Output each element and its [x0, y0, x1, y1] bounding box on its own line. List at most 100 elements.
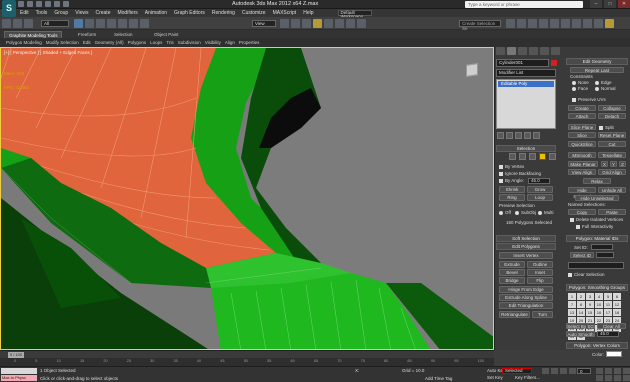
utilities-tab-icon[interactable]	[551, 47, 560, 55]
next-frame-icon[interactable]	[569, 368, 576, 374]
paste-button[interactable]: Paste	[598, 209, 626, 215]
attach-button[interactable]: Attach	[568, 113, 596, 119]
manipulate-icon[interactable]	[291, 19, 300, 28]
zoom-all-icon[interactable]	[605, 368, 612, 374]
smoothing-group-button[interactable]: 4	[595, 293, 603, 300]
planar-x-button[interactable]: X	[601, 161, 608, 167]
walk-through-icon[interactable]	[614, 375, 621, 381]
ribbon-subdivision[interactable]: Subdivision	[178, 40, 201, 45]
angle-snap-icon[interactable]	[324, 19, 333, 28]
time-slider-bar[interactable]: 0 / 100	[0, 350, 494, 358]
select-move-icon[interactable]	[118, 19, 127, 28]
menu-help[interactable]: Help	[303, 10, 313, 16]
by-vertex-checkbox[interactable]: By Vertex	[499, 164, 524, 169]
select-rotate-icon[interactable]	[129, 19, 138, 28]
full-interactivity-checkbox[interactable]: Full Interactivity	[576, 224, 613, 229]
viewport-label[interactable]: [+] [ Perspective ] [ Shaded + Edged Fac…	[4, 50, 92, 55]
minimize-button[interactable]: –	[590, 0, 602, 8]
hierarchy-tab-icon[interactable]	[518, 47, 527, 55]
ribbon-polygon-modeling[interactable]: Polygon Modeling	[6, 40, 42, 45]
menu-tools[interactable]: Tools	[36, 10, 48, 16]
ribbon-geometry-all[interactable]: Geometry (All)	[95, 40, 124, 45]
render-setup-icon[interactable]	[583, 19, 592, 28]
current-frame-field[interactable]: 0	[577, 368, 591, 374]
menu-views[interactable]: Views	[75, 10, 88, 16]
preview-off-radio[interactable]: Off	[499, 210, 511, 215]
smoothing-group-button[interactable]: 6	[613, 293, 621, 300]
menu-graph-editors[interactable]: Graph Editors	[174, 10, 205, 16]
constraint-edge-radio[interactable]: Edge	[595, 80, 612, 85]
tessellate-button[interactable]: Tessellate	[598, 152, 626, 158]
zoom-extents-icon[interactable]	[614, 368, 621, 374]
split-checkbox[interactable]: Split	[599, 125, 614, 130]
select-object-icon[interactable]	[74, 19, 83, 28]
motion-tab-icon[interactable]	[529, 47, 538, 55]
maxscript-listener-input[interactable]	[1, 368, 37, 374]
layer-manager-icon[interactable]	[528, 19, 537, 28]
vertex-color-swatch[interactable]	[606, 351, 622, 357]
smoothing-group-button[interactable]: 16	[595, 309, 603, 316]
viewport-mesh-render[interactable]	[1, 48, 494, 350]
smoothing-group-button[interactable]: 15	[586, 309, 594, 316]
modifier-list-dropdown[interactable]: Modifier List	[496, 69, 556, 77]
hide-unselected-button[interactable]: Hide Unselected	[575, 195, 619, 201]
make-unique-icon[interactable]	[515, 132, 522, 139]
ribbon-visibility[interactable]: Visibility	[205, 40, 221, 45]
create-tab-icon[interactable]	[496, 47, 505, 55]
relax-button[interactable]: Relax	[583, 178, 611, 184]
remove-modifier-icon[interactable]	[524, 132, 531, 139]
flip-button[interactable]: Flip	[527, 277, 553, 284]
link-icon[interactable]	[24, 19, 33, 28]
select-id-spinner[interactable]	[596, 252, 614, 258]
object-color-swatch[interactable]	[551, 60, 557, 66]
reference-coordinate-dropdown[interactable]: View	[252, 20, 276, 27]
material-name-dropdown[interactable]	[568, 262, 624, 269]
smoothing-group-button[interactable]: 14	[577, 309, 585, 316]
loop-button[interactable]: Loop	[527, 194, 553, 201]
cut-button[interactable]: Cut	[598, 141, 626, 147]
viewcube[interactable]	[466, 63, 478, 77]
auto-smooth-spinner[interactable]: 45.0	[597, 331, 619, 337]
vertex-level-icon[interactable]	[509, 153, 516, 160]
configure-sets-icon[interactable]	[533, 132, 540, 139]
material-ids-rollout-header[interactable]: Polygon: Material IDs	[566, 235, 628, 242]
detach-button[interactable]: Detach	[598, 113, 626, 119]
smoothing-group-button[interactable]: 2	[577, 293, 585, 300]
msmooth-button[interactable]: MSmooth	[568, 152, 596, 158]
insert-vertex-button[interactable]: Insert Vertex	[499, 252, 553, 259]
planar-z-button[interactable]: Z	[619, 161, 626, 167]
by-angle-spinner[interactable]: 45.0	[528, 178, 550, 184]
retriangulate-button[interactable]: Retriangulate	[499, 311, 530, 318]
copy-button[interactable]: Copy	[568, 209, 596, 215]
preview-subobj-radio[interactable]: SubObj	[515, 210, 536, 215]
field-of-view-icon[interactable]	[596, 375, 603, 381]
ignore-backfacing-checkbox[interactable]: Ignore Backfacing	[499, 171, 541, 176]
undo-icon[interactable]	[2, 19, 11, 28]
collapse-button[interactable]: Collapse	[598, 105, 626, 111]
select-by-sg-button[interactable]: Select By SG	[566, 323, 595, 329]
pivot-center-icon[interactable]	[280, 19, 289, 28]
percent-snap-icon[interactable]	[335, 19, 344, 28]
smoothing-group-button[interactable]: 13	[568, 309, 576, 316]
polygon-level-icon[interactable]	[539, 153, 546, 160]
stack-item-editable-poly[interactable]: Editable Poly	[498, 81, 554, 87]
menu-create[interactable]: Create	[95, 10, 110, 16]
ring-button[interactable]: Ring	[499, 194, 525, 201]
ribbon-tris[interactable]: Tris	[166, 40, 173, 45]
display-tab-icon[interactable]	[540, 47, 549, 55]
redo-icon[interactable]	[54, 1, 60, 7]
close-button[interactable]: ✕	[618, 0, 630, 8]
by-angle-checkbox[interactable]: By Angle:	[499, 178, 524, 183]
add-time-tag-button[interactable]: Add Time Tag	[425, 376, 452, 381]
workspace-dropdown[interactable]: Default Workspace	[337, 10, 372, 19]
ribbon-align[interactable]: Align	[225, 40, 235, 45]
menu-group[interactable]: Group	[54, 10, 68, 16]
turn-button[interactable]: Turn	[532, 311, 553, 318]
modify-tab-icon[interactable]	[507, 47, 516, 55]
project-folder-icon[interactable]	[63, 1, 69, 7]
track-bar[interactable]: 0 5 10 15 20 25 30 35 40 45 50 55 60 65 …	[0, 358, 494, 366]
hinge-from-edge-button[interactable]: Hinge From Edge	[499, 286, 553, 293]
ribbon-edit[interactable]: Edit	[83, 40, 91, 45]
perspective-viewport[interactable]: [+] [ Perspective ] [ Shaded + Edged Fac…	[0, 47, 494, 350]
smoothing-group-button[interactable]: 3	[586, 293, 594, 300]
